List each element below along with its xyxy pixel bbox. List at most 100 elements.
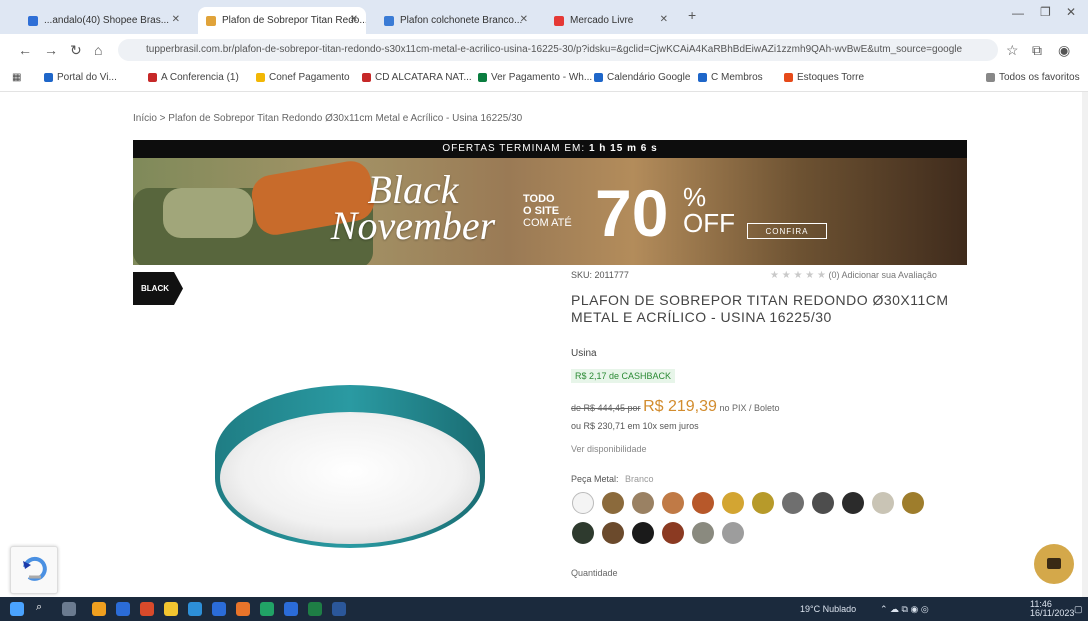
color-swatch[interactable] [722, 522, 744, 544]
bookmark-item[interactable]: Calendário Google [594, 72, 690, 83]
reload-icon[interactable]: ↻ [70, 42, 82, 59]
banner-cta-button[interactable]: CONFIRA [747, 223, 827, 239]
profile-icon[interactable]: ◉ [1058, 42, 1070, 59]
search-icon[interactable]: ⌕ [36, 601, 50, 615]
tab-favicon-icon [28, 16, 38, 26]
bookmark-item[interactable]: Ver Pagamento - Wh... [478, 72, 592, 83]
color-swatch[interactable] [572, 492, 594, 514]
color-swatch[interactable] [842, 492, 864, 514]
price-old: de R$ 444,45 por [571, 403, 641, 413]
app-icon[interactable] [236, 602, 250, 616]
bookmark-item[interactable]: C Membros [698, 72, 763, 83]
tab-favicon-icon [384, 16, 394, 26]
color-swatch[interactable] [782, 492, 804, 514]
windows-start-icon[interactable] [10, 602, 24, 616]
chat-button[interactable] [1034, 544, 1074, 584]
color-swatch[interactable] [662, 522, 684, 544]
browser-tab[interactable]: Plafon colchonete Branco... ✕ [376, 7, 536, 34]
app-icon[interactable] [140, 602, 154, 616]
color-swatch[interactable] [752, 492, 774, 514]
quantity-label: Quantidade [571, 568, 618, 578]
notification-icon[interactable]: ▢ [1074, 604, 1083, 615]
recaptcha-badge[interactable] [10, 546, 58, 594]
task-view-icon[interactable] [62, 602, 76, 616]
bookmark-icon [478, 72, 487, 82]
bookmark-item[interactable]: CD ALCATARA NAT... [362, 72, 472, 83]
chat-icon [1047, 558, 1061, 569]
address-bar-row: ← → ↻ ⌂ tupperbrasil.com.br/plafon-de-so… [0, 34, 1088, 66]
app-icon[interactable] [212, 602, 226, 616]
browser-tab[interactable]: ...andalo(40) Shopee Bras... ✕ [20, 7, 188, 34]
bookmark-icon [44, 72, 53, 82]
reviews-link[interactable]: (0) Adicionar sua Avaliação [828, 270, 936, 280]
close-window-button[interactable]: ✕ [1066, 5, 1076, 19]
close-icon[interactable]: ✕ [660, 14, 668, 25]
browser-tab-bar: ...andalo(40) Shopee Bras... ✕ Plafon de… [0, 0, 1088, 34]
close-icon[interactable]: ✕ [520, 14, 528, 25]
banner-percent-sign: % [683, 182, 707, 212]
vertical-scrollbar[interactable] [1082, 92, 1088, 597]
app-icon[interactable] [188, 602, 202, 616]
weather-widget[interactable]: 19°C Nublado [800, 604, 856, 614]
apps-icon[interactable]: ▦ [12, 72, 21, 83]
minimize-button[interactable]: — [1012, 6, 1024, 20]
bookmark-item[interactable]: Conef Pagamento [256, 72, 350, 83]
bookmark-item[interactable]: Estoques Torre [784, 72, 864, 83]
browser-tab-active[interactable]: Plafon de Sobrepor Titan Redo... ✕ [198, 7, 366, 34]
home-icon[interactable]: ⌂ [94, 42, 102, 58]
black-november-banner[interactable]: Black November TODO O SITE COM ATÉ 70 % … [133, 158, 967, 265]
color-swatch[interactable] [602, 522, 624, 544]
stock-link[interactable]: Ver disponibilidade [571, 444, 647, 454]
excel-icon[interactable] [308, 602, 322, 616]
maximize-button[interactable]: ❐ [1040, 5, 1051, 19]
folder-icon[interactable] [164, 602, 178, 616]
bookmark-icon [698, 72, 707, 82]
new-tab-button[interactable]: + [688, 7, 696, 23]
color-swatch[interactable] [812, 492, 834, 514]
bookmark-icon [784, 72, 793, 82]
color-swatch[interactable] [662, 492, 684, 514]
back-icon[interactable]: ← [18, 42, 32, 58]
bookmark-item[interactable]: A Conferencia (1) [148, 72, 239, 83]
app-icon[interactable] [116, 602, 130, 616]
banner-todo-o-site: TODO O SITE COM ATÉ [523, 193, 572, 229]
chrome-icon[interactable] [92, 602, 106, 616]
price-line: de R$ 444,45 por R$ 219,39 no PIX / Bole… [571, 398, 779, 416]
product-rating[interactable]: ★ ★ ★ ★ ★ (0) Adicionar sua Avaliação [770, 270, 937, 281]
color-swatch[interactable] [632, 522, 654, 544]
color-swatch[interactable] [632, 492, 654, 514]
color-swatch[interactable] [692, 492, 714, 514]
breadcrumb[interactable]: Início > Plafon de Sobrepor Titan Redond… [133, 113, 522, 124]
color-swatch[interactable] [902, 492, 924, 514]
product-sku: SKU: 2011777 [571, 270, 629, 280]
bookmark-item[interactable]: Portal do Vi... [44, 72, 117, 83]
bookmark-icon [594, 72, 603, 82]
bookmark-icon [256, 72, 265, 82]
star-icon[interactable]: ☆ [1006, 42, 1019, 59]
extensions-icon[interactable]: ⧉ [1032, 42, 1042, 59]
tray-icons[interactable]: ⌃ ☁ ⧉ ◉ ◎ [880, 604, 929, 615]
bookmark-item[interactable]: Todos os favoritos [986, 72, 1080, 83]
url-field[interactable]: tupperbrasil.com.br/plafon-de-sobrepor-t… [118, 39, 998, 61]
close-icon[interactable]: ✕ [172, 14, 180, 25]
color-swatch[interactable] [692, 522, 714, 544]
word-icon[interactable] [332, 602, 346, 616]
color-label: Peça Metal: Branco [571, 474, 654, 484]
color-swatch[interactable] [602, 492, 624, 514]
tab-label: ...andalo(40) Shopee Bras... [44, 15, 170, 26]
forward-icon[interactable]: → [44, 42, 58, 58]
color-swatch[interactable] [572, 522, 594, 544]
folder-icon [986, 72, 995, 82]
whatsapp-icon[interactable] [260, 602, 274, 616]
product-brand[interactable]: Usina [571, 348, 597, 359]
recaptcha-icon [23, 556, 47, 581]
browser-tab[interactable]: Mercado Livre ✕ [546, 7, 676, 34]
color-swatch[interactable] [722, 492, 744, 514]
product-image[interactable] [200, 360, 500, 590]
app-icon[interactable] [284, 602, 298, 616]
close-icon[interactable]: ✕ [350, 14, 358, 25]
price-suffix: no PIX / Boleto [719, 403, 780, 413]
bookmark-icon [362, 72, 371, 82]
clock[interactable]: 11:46 16/11/2023 [1030, 600, 1074, 618]
color-swatch[interactable] [872, 492, 894, 514]
